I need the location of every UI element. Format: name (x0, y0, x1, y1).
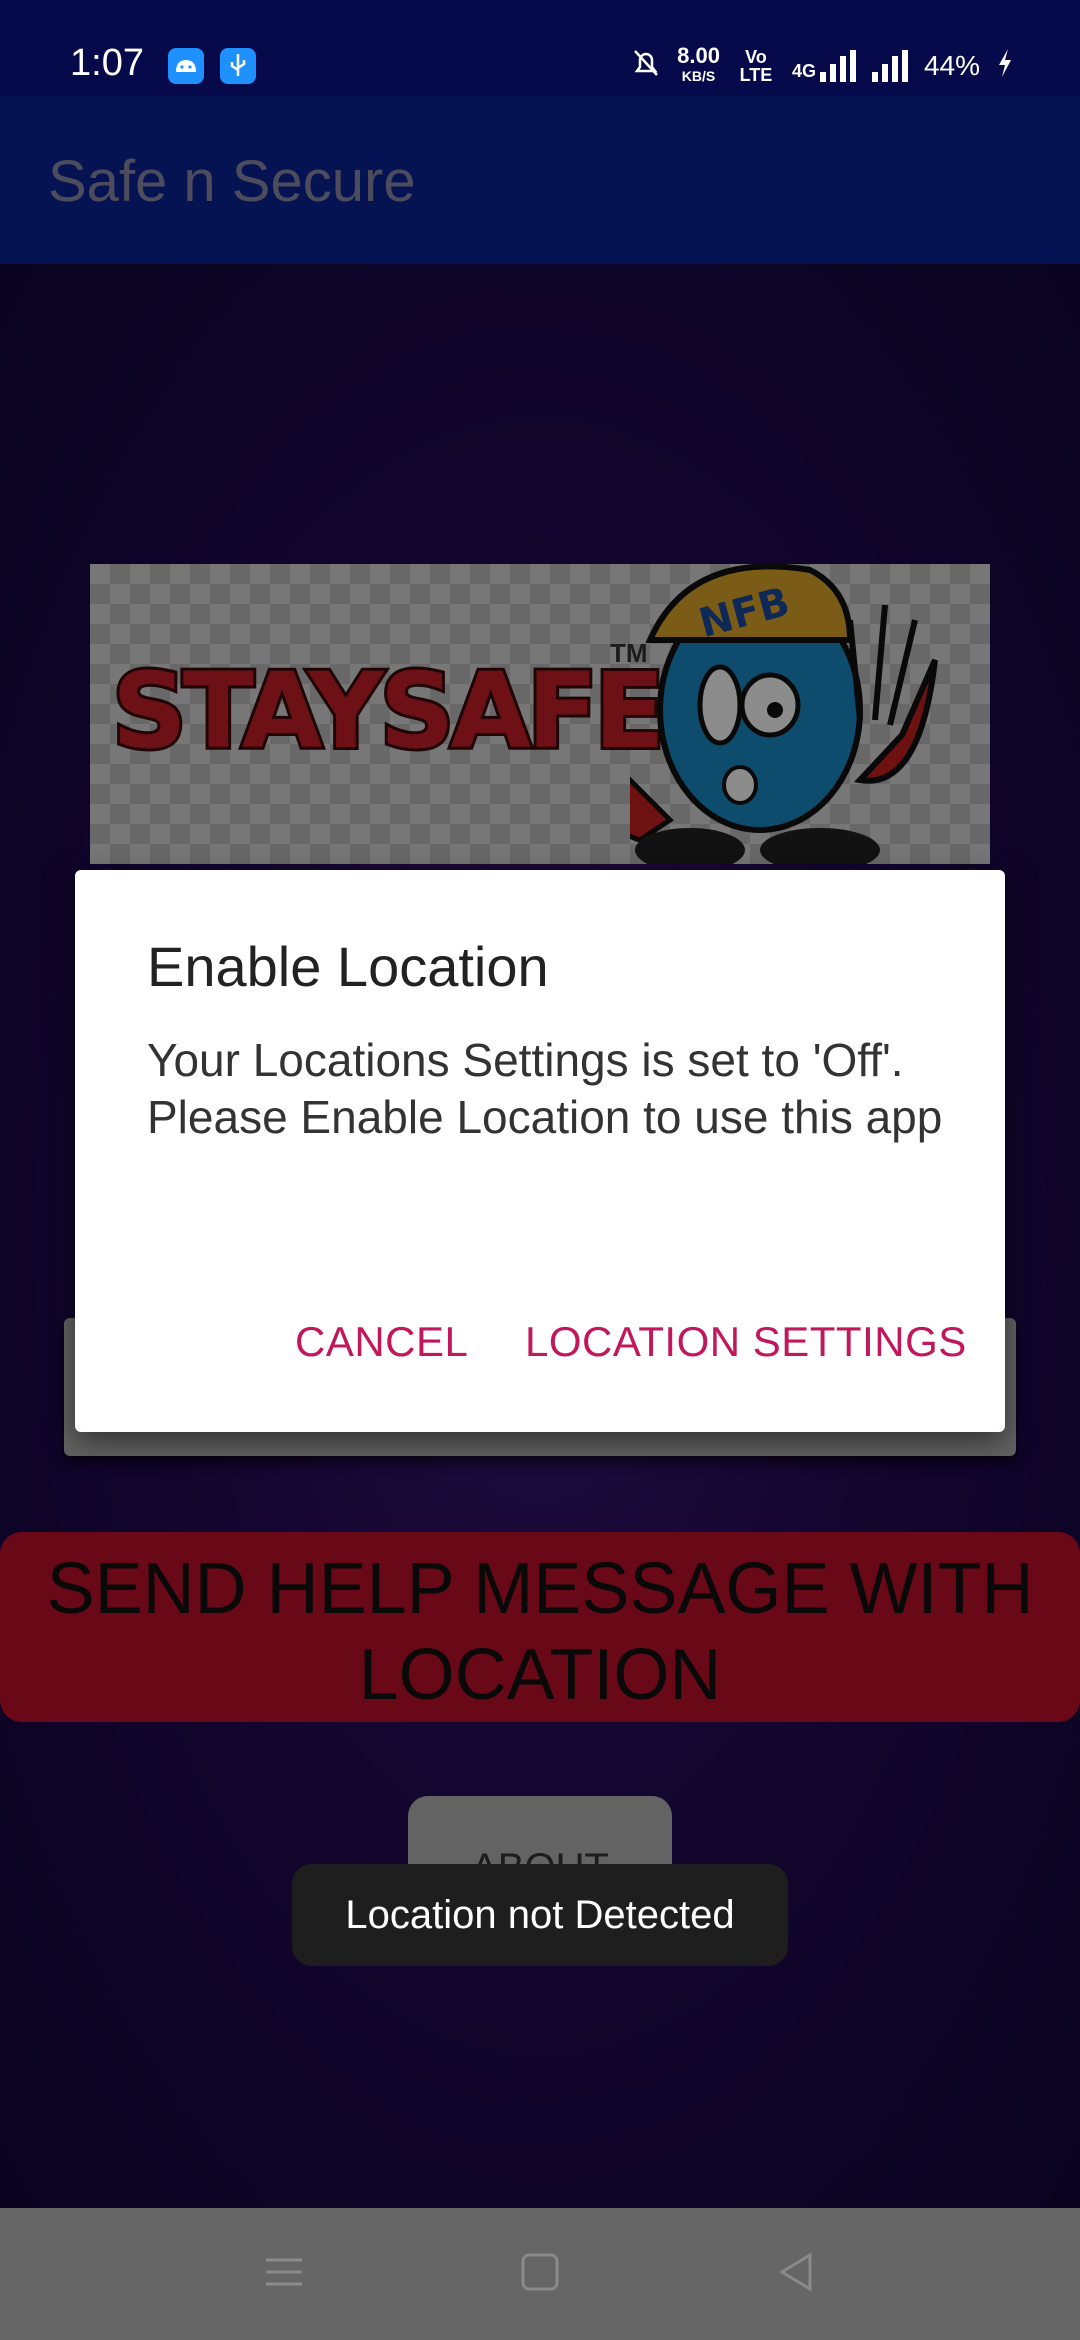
navigation-bar (0, 2208, 1080, 2340)
dialog-message: Your Locations Settings is set to 'Off'.… (147, 1034, 943, 1143)
menu-icon[interactable] (264, 2252, 304, 2292)
mute-icon (631, 47, 661, 86)
dialog-title: Enable Location (147, 935, 549, 998)
toast-message: Location not Detected (292, 1864, 788, 1966)
enable-location-dialog: Enable Location Your Locations Settings … (75, 870, 1005, 1432)
status-icons: 8.00 KB/S Vo LTE 4G 44% (631, 43, 1014, 86)
status-bar: 1:07 8.00 KB/S Vo LTE 4G 44% (0, 0, 1080, 96)
location-settings-button[interactable]: LOCATION SETTINGS (525, 1318, 967, 1366)
status-time: 1:07 (70, 42, 144, 84)
volte-indicator: Vo LTE (739, 47, 773, 85)
signal-icon: 4G (792, 50, 856, 82)
back-icon[interactable] (776, 2252, 816, 2292)
battery-charging-icon (996, 47, 1014, 86)
cancel-button[interactable]: CANCEL (295, 1318, 468, 1366)
android-icon (168, 48, 204, 84)
usb-icon (220, 48, 256, 84)
home-icon[interactable] (520, 2252, 560, 2292)
signal-icon-2 (871, 50, 908, 82)
network-speed: 8.00 KB/S (677, 43, 720, 85)
battery-level: 44% (923, 50, 980, 81)
